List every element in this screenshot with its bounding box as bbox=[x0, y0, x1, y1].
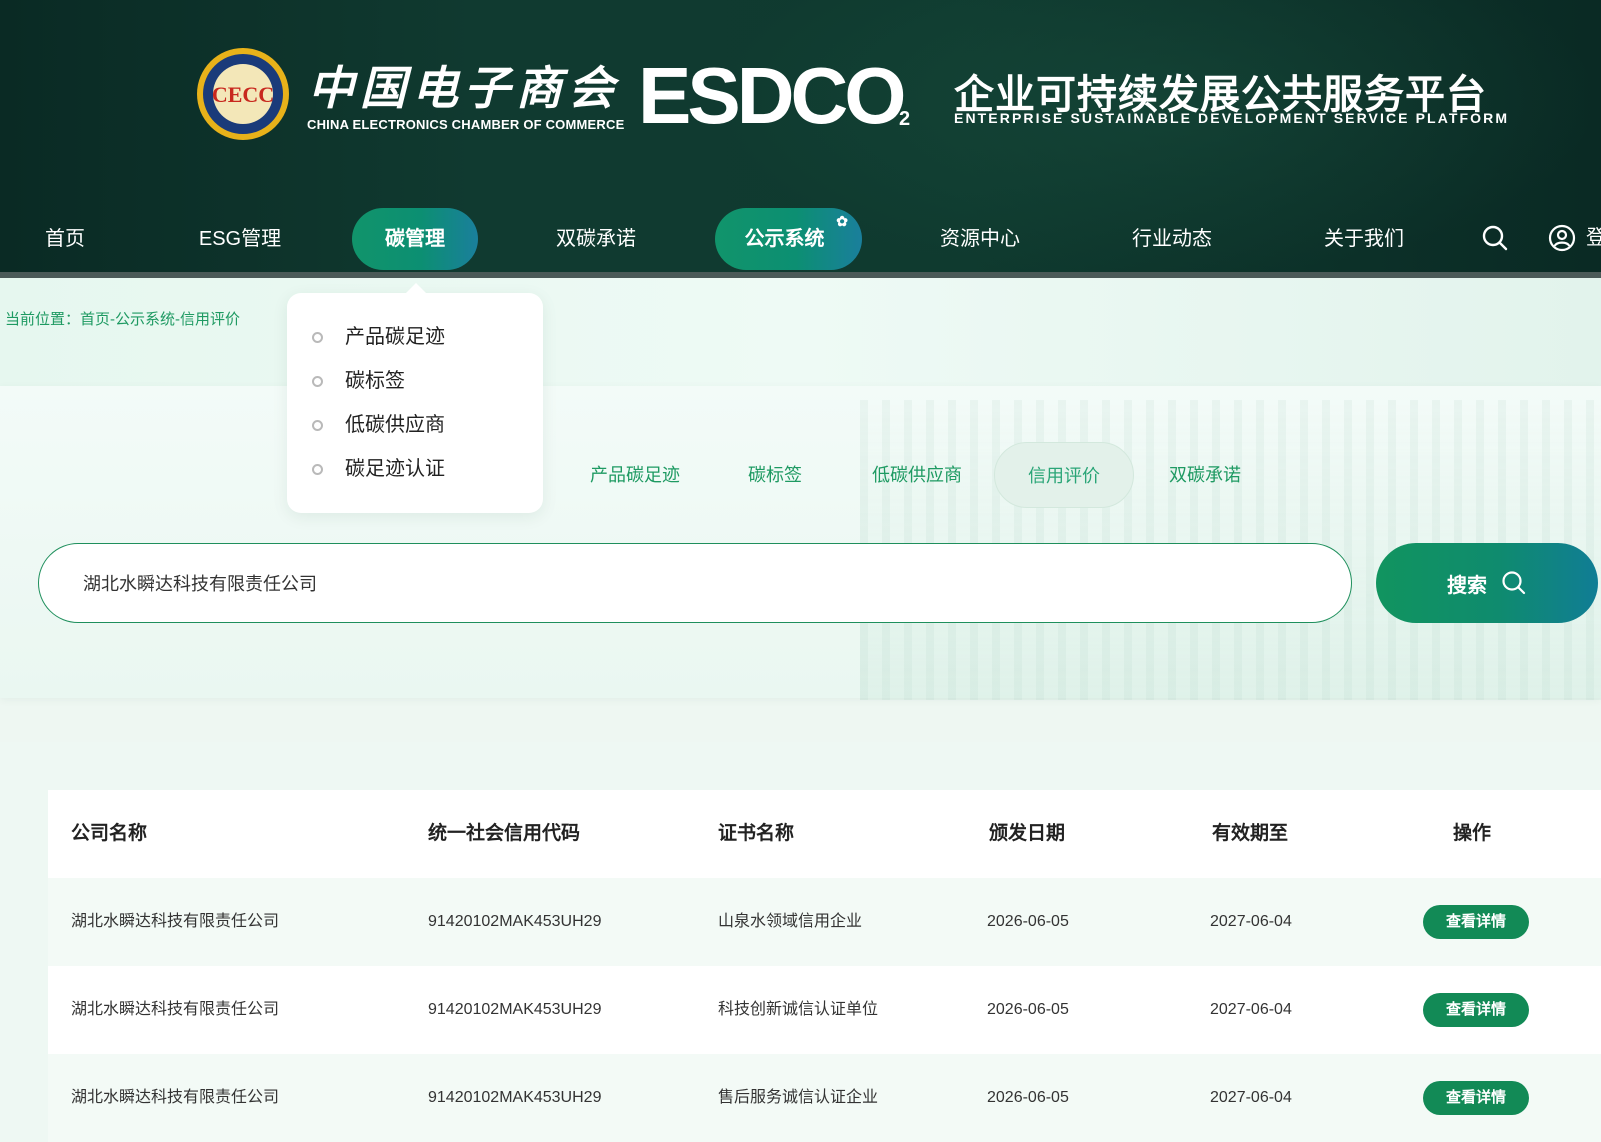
header-issue-date: 颁发日期 bbox=[989, 823, 1066, 844]
view-details-button[interactable]: 查看详情 bbox=[1423, 993, 1529, 1027]
platform-subtitle: ENTERPRISE SUSTAINABLE DEVELOPMENT SERVI… bbox=[954, 110, 1510, 126]
dropdown-item-label: 产品碳足迹 bbox=[345, 326, 445, 348]
tab-low-carbon-supplier[interactable]: 低碳供应商 bbox=[862, 442, 972, 508]
login-link[interactable]: 登 bbox=[1586, 224, 1601, 252]
nav-item-resource-center[interactable]: 资源中心 bbox=[930, 208, 1030, 270]
site-header: CECC 中国电子商会 CHINA ELECTRONICS CHAMBER OF… bbox=[0, 0, 1601, 272]
org-name-cn: 中国电子商会 bbox=[308, 61, 620, 115]
cell-valid-until: 2027-06-04 bbox=[1210, 1001, 1292, 1018]
nav-item-carbon-management[interactable]: 碳管理 bbox=[352, 208, 478, 270]
cell-certificate: 科技创新诚信认证单位 bbox=[718, 1001, 879, 1018]
cell-valid-until: 2027-06-04 bbox=[1210, 913, 1292, 930]
cell-company: 湖北水瞬达科技有限责任公司 bbox=[71, 913, 280, 930]
cell-credit-code: 91420102MAK453UH29 bbox=[428, 1089, 602, 1106]
nav-item-home[interactable]: 首页 bbox=[30, 208, 100, 270]
tab-dual-carbon-commitment[interactable]: 双碳承诺 bbox=[1160, 442, 1250, 508]
esdco-brand-logo: ESDCO bbox=[638, 51, 906, 140]
breadcrumb-band bbox=[0, 278, 1601, 388]
cell-issue-date: 2026-06-05 bbox=[987, 1001, 1069, 1018]
table-row: 湖北水瞬达科技有限责任公司 91420102MAK453UH29 科技创新诚信认… bbox=[48, 966, 1601, 1054]
org-name-en: CHINA ELECTRONICS CHAMBER OF COMMERCE bbox=[307, 117, 625, 132]
search-icon bbox=[1502, 571, 1526, 595]
cell-company: 湖北水瞬达科技有限责任公司 bbox=[71, 1001, 280, 1018]
bullet-icon bbox=[312, 464, 323, 475]
bullet-icon bbox=[312, 332, 323, 343]
nav-item-dual-carbon-commitment[interactable]: 双碳承诺 bbox=[546, 208, 646, 270]
header-valid-until: 有效期至 bbox=[1212, 823, 1289, 844]
dropdown-item-carbon-footprint-certification[interactable]: 碳足迹认证 bbox=[309, 447, 445, 491]
search-button-label: 搜索 bbox=[1447, 574, 1487, 597]
search-input[interactable] bbox=[38, 543, 1352, 623]
esdco-brand-subscript: 2 bbox=[899, 108, 911, 130]
svg-text:CECC: CECC bbox=[212, 82, 274, 107]
cell-company: 湖北水瞬达科技有限责任公司 bbox=[71, 1089, 280, 1106]
nav-item-public-system-label: 公示系统 bbox=[744, 228, 825, 250]
dropdown-item-label: 碳标签 bbox=[345, 370, 405, 392]
nav-item-esg[interactable]: ESG管理 bbox=[185, 208, 295, 270]
dropdown-item-product-carbon-footprint[interactable]: 产品碳足迹 bbox=[309, 315, 445, 359]
cell-certificate: 售后服务诚信认证企业 bbox=[718, 1089, 879, 1106]
tab-carbon-label[interactable]: 碳标签 bbox=[735, 442, 815, 508]
search-icon[interactable] bbox=[1481, 224, 1509, 252]
results-table: 公司名称 统一社会信用代码 证书名称 颁发日期 有效期至 操作 湖北水瞬达科技有… bbox=[0, 742, 1601, 1142]
header-company-name: 公司名称 bbox=[71, 823, 148, 844]
cell-credit-code: 91420102MAK453UH29 bbox=[428, 913, 602, 930]
header-actions: 操作 bbox=[1453, 823, 1492, 844]
tab-credit-rating[interactable]: 信用评价 bbox=[994, 442, 1134, 508]
carbon-management-dropdown: 产品碳足迹 碳标签 低碳供应商 碳足迹认证 bbox=[287, 283, 543, 513]
bullet-icon bbox=[312, 376, 323, 387]
dropdown-item-label: 低碳供应商 bbox=[345, 414, 445, 436]
table-row: 湖北水瞬达科技有限责任公司 91420102MAK453UH29 山泉水领域信用… bbox=[48, 878, 1601, 966]
cell-certificate: 山泉水领域信用企业 bbox=[718, 913, 863, 930]
tab-product-carbon-footprint[interactable]: 产品碳足迹 bbox=[580, 442, 690, 508]
cell-issue-date: 2026-06-05 bbox=[987, 1089, 1069, 1106]
nav-item-industry-news[interactable]: 行业动态 bbox=[1122, 208, 1222, 270]
breadcrumb: 当前位置：首页-公示系统-信用评价 bbox=[5, 311, 240, 328]
flower-badge-icon: ✿ bbox=[836, 213, 848, 229]
cell-valid-until: 2027-06-04 bbox=[1210, 1089, 1292, 1106]
user-circle-icon[interactable] bbox=[1548, 224, 1576, 252]
header-credit-code: 统一社会信用代码 bbox=[428, 823, 581, 844]
view-details-button[interactable]: 查看详情 bbox=[1423, 1081, 1529, 1115]
bullet-icon bbox=[312, 420, 323, 431]
table-header-row: 公司名称 统一社会信用代码 证书名称 颁发日期 有效期至 操作 bbox=[48, 790, 1601, 878]
nav-item-public-system[interactable]: 公示系统 ✿ bbox=[715, 208, 862, 270]
search-button[interactable]: 搜索 bbox=[1376, 543, 1598, 623]
dropdown-item-label: 碳足迹认证 bbox=[345, 458, 445, 480]
table-row: 湖北水瞬达科技有限责任公司 91420102MAK453UH29 售后服务诚信认… bbox=[48, 1054, 1601, 1142]
cecc-emblem-logo: CECC bbox=[197, 48, 289, 140]
view-details-button[interactable]: 查看详情 bbox=[1423, 905, 1529, 939]
cell-issue-date: 2026-06-05 bbox=[987, 913, 1069, 930]
dropdown-item-low-carbon-supplier[interactable]: 低碳供应商 bbox=[309, 403, 445, 447]
dropdown-item-carbon-label[interactable]: 碳标签 bbox=[309, 359, 405, 403]
header-certificate-name: 证书名称 bbox=[718, 823, 795, 844]
cell-credit-code: 91420102MAK453UH29 bbox=[428, 1001, 602, 1018]
nav-item-about-us[interactable]: 关于我们 bbox=[1314, 208, 1414, 270]
